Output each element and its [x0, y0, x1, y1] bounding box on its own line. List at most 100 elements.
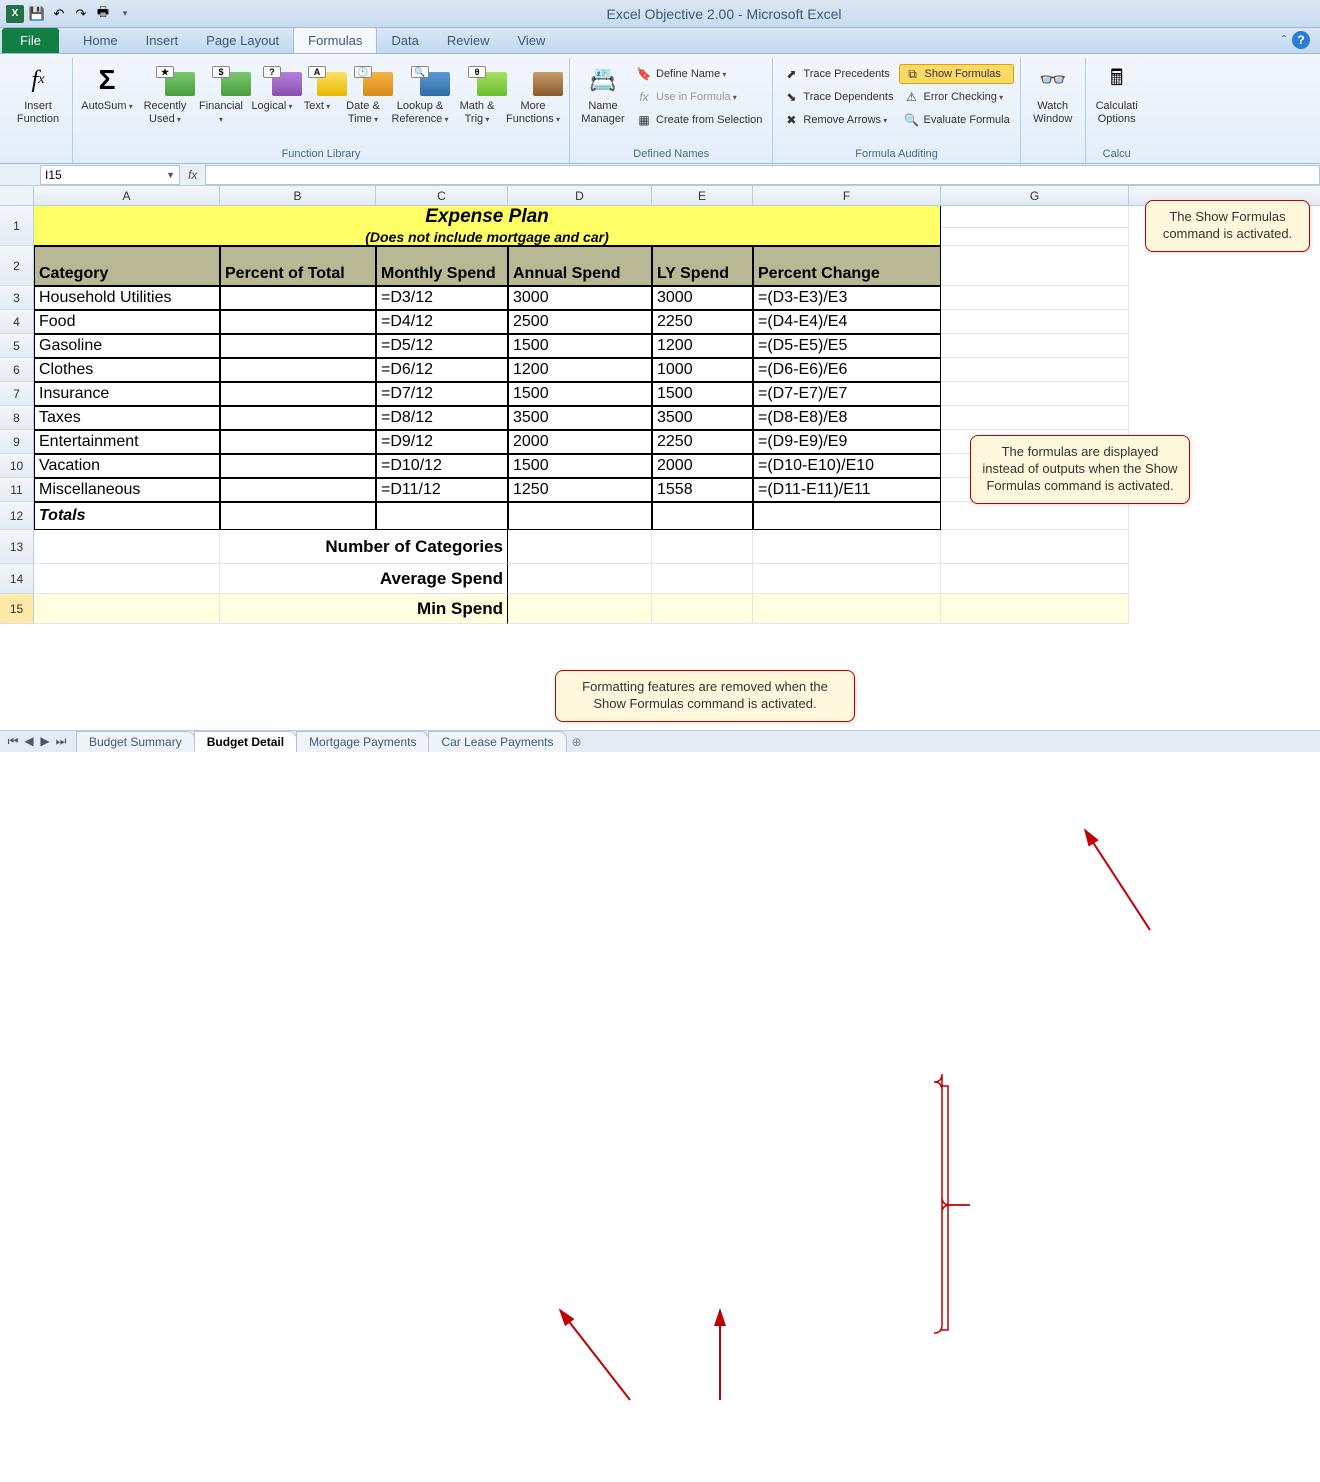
data-cell[interactable]: 1500	[508, 382, 652, 406]
col-header-e[interactable]: E	[652, 186, 753, 205]
tab-review[interactable]: Review	[433, 28, 504, 53]
cell[interactable]	[941, 502, 1129, 530]
data-cell[interactable]: =(D9-E9)/E9	[753, 430, 941, 454]
new-sheet-icon[interactable]: ⊕	[572, 735, 582, 749]
data-cell[interactable]: 1000	[652, 358, 753, 382]
subtitle-cell[interactable]: (Does not include mortgage and car)	[34, 228, 941, 246]
data-cell[interactable]	[220, 310, 376, 334]
header-cell[interactable]: Percent Change	[753, 246, 941, 286]
col-header-f[interactable]: F	[753, 186, 941, 205]
last-sheet-icon[interactable]: ⏭	[54, 734, 68, 749]
data-cell[interactable]: 3000	[652, 286, 753, 310]
data-cell[interactable]: =(D3-E3)/E3	[753, 286, 941, 310]
cell[interactable]	[941, 594, 1129, 624]
cell[interactable]	[941, 228, 1129, 246]
row-header[interactable]: 7	[0, 382, 34, 406]
row-header[interactable]: 1	[0, 206, 34, 246]
row-header[interactable]: 15	[0, 594, 34, 624]
cell[interactable]	[941, 246, 1129, 286]
cell[interactable]	[508, 594, 652, 624]
trace-dependents-button[interactable]: ⬊Trace Dependents	[779, 87, 897, 107]
data-cell[interactable]: =D3/12	[376, 286, 508, 310]
row-header[interactable]: 13	[0, 530, 34, 564]
summary-label[interactable]: Min Spend	[220, 594, 508, 624]
error-checking-button[interactable]: ⚠Error Checking	[899, 87, 1013, 107]
col-header-c[interactable]: C	[376, 186, 508, 205]
data-cell[interactable]: Food	[34, 310, 220, 334]
row-header[interactable]: 4	[0, 310, 34, 334]
name-manager-button[interactable]: 📇Name Manager	[576, 60, 630, 127]
data-cell[interactable]	[220, 430, 376, 454]
formula-input[interactable]	[205, 165, 1320, 185]
sheet-tab[interactable]: Mortgage Payments	[296, 731, 429, 752]
help-icon[interactable]: ?	[1292, 31, 1310, 49]
lookup-reference-button[interactable]: 🔍Lookup & Reference	[389, 60, 451, 127]
data-cell[interactable]: =D10/12	[376, 454, 508, 478]
minimize-ribbon-icon[interactable]: ˆ	[1282, 33, 1286, 47]
row-header[interactable]: 11	[0, 478, 34, 502]
data-cell[interactable]	[220, 454, 376, 478]
row-header[interactable]: 3	[0, 286, 34, 310]
data-cell[interactable]	[220, 382, 376, 406]
data-cell[interactable]: =(D5-E5)/E5	[753, 334, 941, 358]
header-cell[interactable]: LY Spend	[652, 246, 753, 286]
data-cell[interactable]: 1558	[652, 478, 753, 502]
cell[interactable]	[941, 382, 1129, 406]
col-header-g[interactable]: G	[941, 186, 1129, 205]
logical-button[interactable]: ?Logical	[249, 60, 295, 115]
data-cell[interactable]: 3500	[652, 406, 753, 430]
show-formulas-button[interactable]: ⧉Show Formulas	[899, 64, 1013, 84]
data-cell[interactable]	[220, 334, 376, 358]
watch-window-button[interactable]: 👓Watch Window	[1027, 60, 1079, 127]
cell[interactable]	[941, 358, 1129, 382]
text-button[interactable]: AText	[297, 60, 337, 115]
cell[interactable]	[34, 594, 220, 624]
cell[interactable]	[376, 502, 508, 530]
data-cell[interactable]: 1200	[652, 334, 753, 358]
data-cell[interactable]: =D11/12	[376, 478, 508, 502]
data-cell[interactable]: 1200	[508, 358, 652, 382]
data-cell[interactable]: 3000	[508, 286, 652, 310]
tab-insert[interactable]: Insert	[132, 28, 193, 53]
next-sheet-icon[interactable]: ▶	[38, 734, 52, 749]
financial-button[interactable]: $Financial	[195, 60, 247, 127]
summary-label[interactable]: Average Spend	[220, 564, 508, 594]
tab-formulas[interactable]: Formulas	[293, 27, 377, 53]
cell[interactable]	[753, 564, 941, 594]
insert-function-button[interactable]: fx Insert Function	[10, 60, 66, 127]
data-cell[interactable]: Gasoline	[34, 334, 220, 358]
row-header[interactable]: 2	[0, 246, 34, 286]
cell[interactable]	[508, 502, 652, 530]
col-header-a[interactable]: A	[34, 186, 220, 205]
data-cell[interactable]: 2500	[508, 310, 652, 334]
data-cell[interactable]: =(D4-E4)/E4	[753, 310, 941, 334]
data-cell[interactable]: =D7/12	[376, 382, 508, 406]
data-cell[interactable]: =(D11-E11)/E11	[753, 478, 941, 502]
data-cell[interactable]: 1250	[508, 478, 652, 502]
data-cell[interactable]: =D6/12	[376, 358, 508, 382]
col-header-b[interactable]: B	[220, 186, 376, 205]
data-cell[interactable]: Vacation	[34, 454, 220, 478]
tab-home[interactable]: Home	[69, 28, 132, 53]
cell[interactable]	[941, 564, 1129, 594]
cell[interactable]	[34, 530, 220, 564]
cell[interactable]	[753, 502, 941, 530]
data-cell[interactable]: 2000	[508, 430, 652, 454]
cell[interactable]	[508, 530, 652, 564]
data-cell[interactable]: 1500	[508, 334, 652, 358]
cell[interactable]	[941, 286, 1129, 310]
fx-icon[interactable]: fx	[188, 168, 197, 182]
data-cell[interactable]: Household Utilities	[34, 286, 220, 310]
cell[interactable]	[34, 564, 220, 594]
data-cell[interactable]	[220, 406, 376, 430]
header-cell[interactable]: Annual Spend	[508, 246, 652, 286]
name-box[interactable]: I15 ▼	[40, 165, 180, 185]
data-cell[interactable]	[220, 478, 376, 502]
calculation-options-button[interactable]: 🖩Calculati Options	[1092, 60, 1142, 127]
data-cell[interactable]	[220, 286, 376, 310]
qat-customize-icon[interactable]: ▾	[116, 5, 134, 23]
data-cell[interactable]: Miscellaneous	[34, 478, 220, 502]
row-header[interactable]: 12	[0, 502, 34, 530]
data-cell[interactable]: 1500	[652, 382, 753, 406]
totals-cell[interactable]: Totals	[34, 502, 220, 530]
